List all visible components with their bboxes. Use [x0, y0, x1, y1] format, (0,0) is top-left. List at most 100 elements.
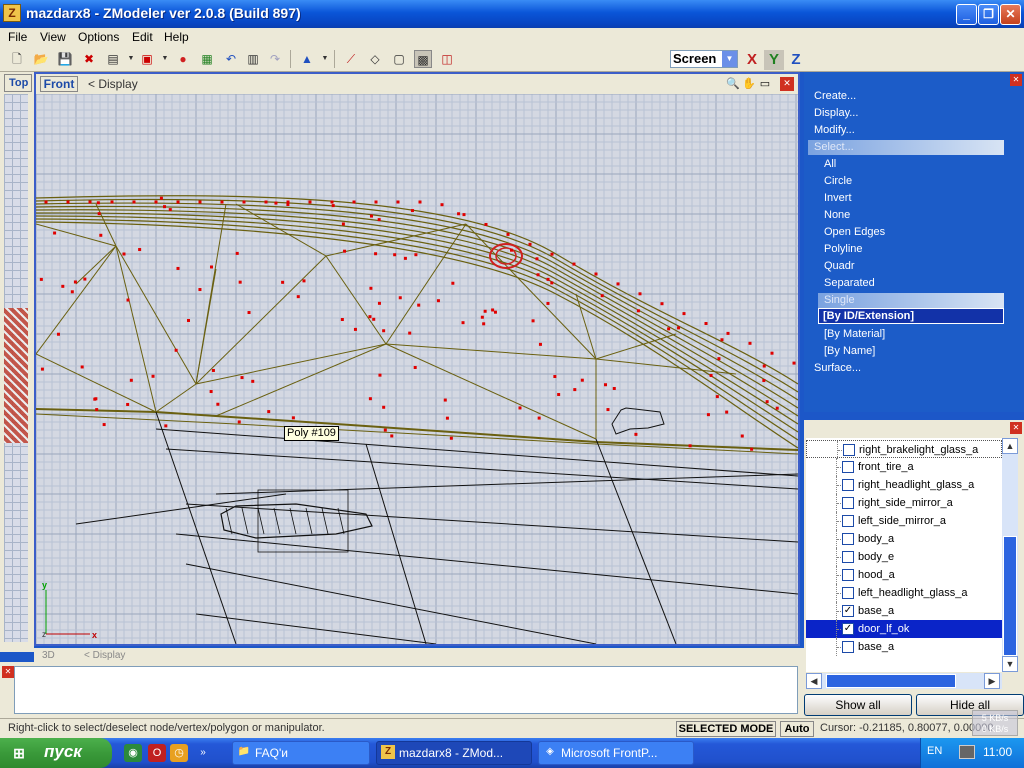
- delete-icon[interactable]: ✖: [80, 50, 98, 68]
- tab-top-view[interactable]: Top: [4, 74, 32, 92]
- select-polyline[interactable]: Polyline: [824, 243, 863, 255]
- visibility-checkbox[interactable]: [842, 533, 854, 545]
- new-file-icon[interactable]: 🗋: [8, 50, 26, 68]
- minimize-button[interactable]: _: [956, 4, 977, 25]
- object-list-item[interactable]: left_headlight_glass_a: [806, 584, 1002, 602]
- polygon-mode-icon[interactable]: ◇: [366, 50, 384, 68]
- menu-edit[interactable]: Edit: [132, 30, 153, 44]
- object-list-item[interactable]: right_brakelight_glass_a: [806, 440, 1002, 459]
- visibility-checkbox[interactable]: [842, 641, 854, 653]
- app-icon[interactable]: Z: [3, 4, 21, 22]
- object-panel-close-icon[interactable]: ✕: [1010, 422, 1022, 434]
- display-menu[interactable]: < Display: [88, 77, 138, 91]
- select-invert[interactable]: Invert: [824, 192, 852, 204]
- object-list-hscrollbar[interactable]: ◀ ▶: [806, 673, 1002, 689]
- tab-3d-view[interactable]: 3D: [42, 650, 55, 661]
- screen-select[interactable]: Screen ▼: [670, 50, 738, 68]
- start-button[interactable]: ⊞ пуск: [0, 738, 112, 768]
- scroll-right-icon[interactable]: ▶: [984, 673, 1000, 689]
- cmd-create[interactable]: Create...: [814, 90, 856, 102]
- axis-x-toggle[interactable]: X: [742, 50, 762, 70]
- visibility-checkbox[interactable]: [843, 444, 855, 456]
- open-folder-icon[interactable]: 📂: [32, 50, 50, 68]
- select-quadr[interactable]: Quadr: [824, 260, 855, 272]
- visibility-checkbox[interactable]: ✓: [842, 623, 854, 635]
- menu-options[interactable]: Options: [78, 30, 119, 44]
- undo-icon[interactable]: ↶: [222, 50, 240, 68]
- single-by-material[interactable]: [By Material]: [824, 328, 885, 340]
- mirror-mode-icon[interactable]: ◫: [438, 50, 456, 68]
- single-by-id[interactable]: [By ID/Extension]: [818, 308, 1004, 324]
- visibility-checkbox[interactable]: [842, 461, 854, 473]
- visibility-checkbox[interactable]: [842, 479, 854, 491]
- scroll-down-icon[interactable]: ▼: [1002, 656, 1018, 672]
- object-list-item[interactable]: left_side_mirror_a: [806, 512, 1002, 530]
- tray-app-icon[interactable]: [959, 745, 975, 759]
- log-output[interactable]: [14, 666, 798, 714]
- texture-icon[interactable]: ▦: [198, 50, 216, 68]
- cmd-select[interactable]: Select...: [814, 141, 854, 153]
- select-all[interactable]: All: [824, 158, 836, 170]
- object-list-item[interactable]: body_a: [806, 530, 1002, 548]
- visibility-checkbox[interactable]: [842, 551, 854, 563]
- restore-button[interactable]: ❐: [978, 4, 999, 25]
- maximize-viewport-icon[interactable]: ▭: [758, 77, 772, 91]
- auto-toggle[interactable]: Auto: [780, 721, 814, 737]
- browser-icon[interactable]: ◉: [124, 744, 142, 762]
- task-frontpage[interactable]: ◈ Microsoft FrontP...: [538, 741, 694, 765]
- hscroll-thumb[interactable]: [826, 674, 956, 688]
- scroll-left-icon[interactable]: ◀: [806, 673, 822, 689]
- command-panel-scrollbar[interactable]: [1010, 88, 1024, 412]
- select-open-edges[interactable]: Open Edges: [824, 226, 885, 238]
- object-list-vscrollbar[interactable]: ▲ ▼: [1002, 438, 1018, 672]
- cmd-modify[interactable]: Modify...: [814, 124, 855, 136]
- language-indicator[interactable]: EN: [927, 745, 942, 757]
- visibility-checkbox[interactable]: [842, 569, 854, 581]
- task-zmodeler[interactable]: Z mazdarx8 - ZMod...: [376, 741, 532, 765]
- object-list-item[interactable]: ✓ door_lf_ok: [806, 620, 1002, 638]
- object-tree[interactable]: right_brakelight_glass_a front_tire_arigh…: [806, 438, 1002, 672]
- visibility-checkbox[interactable]: [842, 515, 854, 527]
- vertex-mode-icon[interactable]: ⟋: [342, 50, 360, 68]
- object-mode-icon[interactable]: ▢: [390, 50, 408, 68]
- object-list-item[interactable]: front_tire_a: [806, 458, 1002, 476]
- export-icon[interactable]: ▣: [138, 50, 156, 68]
- axis-y-toggle[interactable]: Y: [764, 50, 784, 70]
- tab-front-view[interactable]: Front: [40, 76, 78, 92]
- vscroll-thumb[interactable]: [1003, 536, 1017, 656]
- axis-z-toggle[interactable]: Z: [786, 50, 806, 70]
- clock-app-icon[interactable]: ◷: [170, 744, 188, 762]
- cmd-display[interactable]: Display...: [814, 107, 858, 119]
- bounding-box-icon[interactable]: ▩: [414, 50, 432, 68]
- selected-mode-indicator[interactable]: SELECTED MODE: [676, 721, 776, 737]
- task-faq[interactable]: 📁 FAQ'и: [232, 741, 370, 765]
- single-by-name[interactable]: [By Name]: [824, 345, 875, 357]
- chevron-down-icon[interactable]: ▼: [722, 51, 737, 67]
- select-separated[interactable]: Separated: [824, 277, 875, 289]
- object-list-item[interactable]: ✓ base_a: [806, 602, 1002, 620]
- cmd-surface[interactable]: Surface...: [814, 362, 861, 374]
- opera-icon[interactable]: O: [148, 744, 166, 762]
- menu-view[interactable]: View: [40, 30, 66, 44]
- redo-icon[interactable]: ↷: [266, 50, 284, 68]
- visibility-checkbox[interactable]: [842, 587, 854, 599]
- select-none[interactable]: None: [824, 209, 850, 221]
- object-list-item[interactable]: body_e: [806, 548, 1002, 566]
- object-list-item[interactable]: hood_a: [806, 566, 1002, 584]
- log-close-icon[interactable]: ✕: [2, 666, 14, 678]
- visibility-checkbox[interactable]: ✓: [842, 605, 854, 617]
- import-icon[interactable]: ▤: [104, 50, 122, 68]
- menu-file[interactable]: File: [8, 30, 27, 44]
- select-single[interactable]: Single: [824, 294, 855, 306]
- close-button[interactable]: ✕: [1000, 4, 1021, 25]
- export-dropdown-icon[interactable]: ▼: [156, 50, 174, 68]
- arrow-dropdown-icon[interactable]: ▼: [316, 50, 334, 68]
- object-list-item[interactable]: right_side_mirror_a: [806, 494, 1002, 512]
- panel-close-icon[interactable]: ✕: [1010, 74, 1022, 86]
- scroll-up-icon[interactable]: ▲: [1002, 438, 1018, 454]
- display-menu-2[interactable]: < Display: [84, 650, 125, 661]
- object-list-item[interactable]: base_a: [806, 638, 1002, 656]
- pan-hand-icon[interactable]: ✋: [742, 77, 756, 91]
- material-sphere-icon[interactable]: ●: [174, 50, 192, 68]
- save-icon[interactable]: 💾: [56, 50, 74, 68]
